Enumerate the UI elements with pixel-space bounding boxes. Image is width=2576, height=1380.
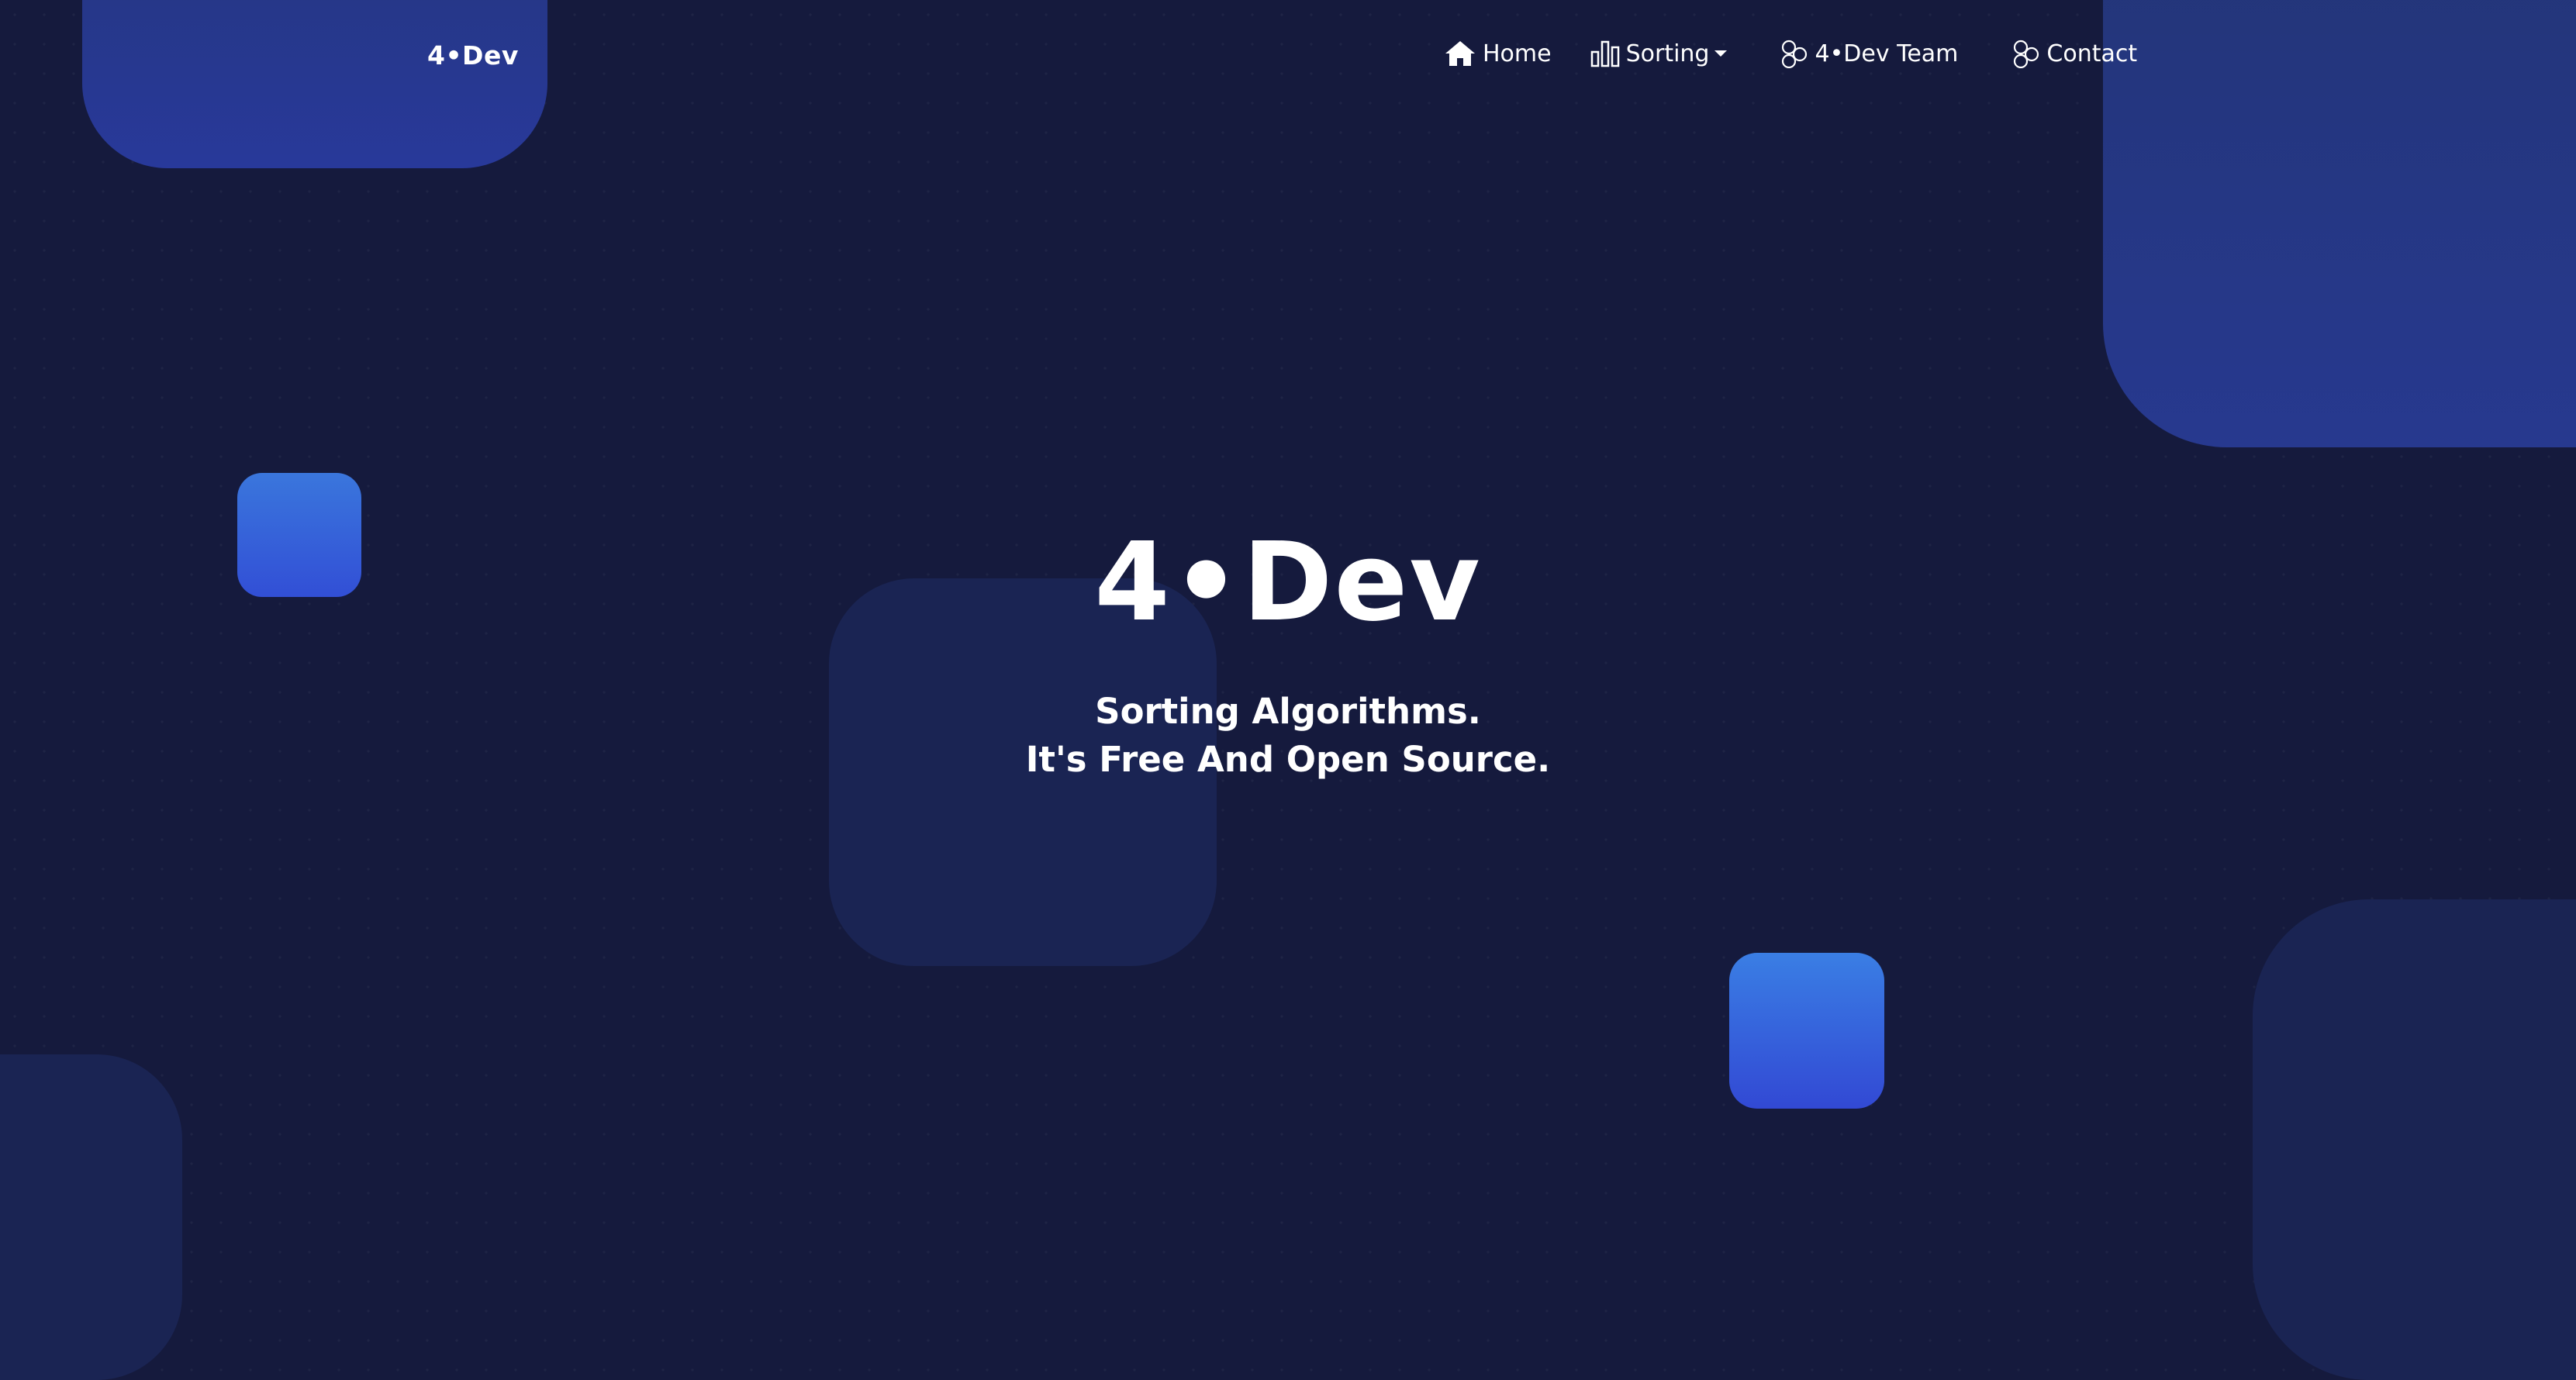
decorative-square-right [1729, 953, 1884, 1109]
bar-chart-icon [1590, 40, 1620, 67]
main-navigation: Home Sorting 4•Dev Team Contact [1444, 39, 2137, 68]
nav-item-team-label: 4•Dev Team [1815, 40, 1959, 67]
nav-item-contact[interactable]: Contact [2011, 39, 2137, 68]
nav-item-home-label: Home [1483, 40, 1552, 67]
hero-tagline-line2: It's Free And Open Source. [1025, 739, 1551, 780]
team-icon [1779, 39, 1808, 68]
nav-item-sorting-label: Sorting [1625, 40, 1710, 67]
hero-tagline-line1: Sorting Algorithms. [1095, 691, 1481, 732]
decorative-shape-top-right [2103, 0, 2576, 447]
nav-item-team[interactable]: 4•Dev Team [1779, 39, 1958, 68]
hero-title: 4•Dev [1094, 519, 1482, 646]
nav-item-home[interactable]: Home [1444, 40, 1552, 67]
nav-item-contact-label: Contact [2046, 40, 2138, 67]
chevron-down-icon [1714, 49, 1728, 58]
brand-logo[interactable]: 4•Dev [427, 40, 519, 71]
decorative-shape-top-left [82, 0, 547, 168]
decorative-shape-bottom-right [2253, 899, 2576, 1380]
nav-item-sorting[interactable]: Sorting [1590, 40, 1728, 67]
home-icon [1444, 40, 1476, 67]
contact-icon [2011, 39, 2040, 68]
decorative-shape-bottom-left [0, 1054, 182, 1380]
